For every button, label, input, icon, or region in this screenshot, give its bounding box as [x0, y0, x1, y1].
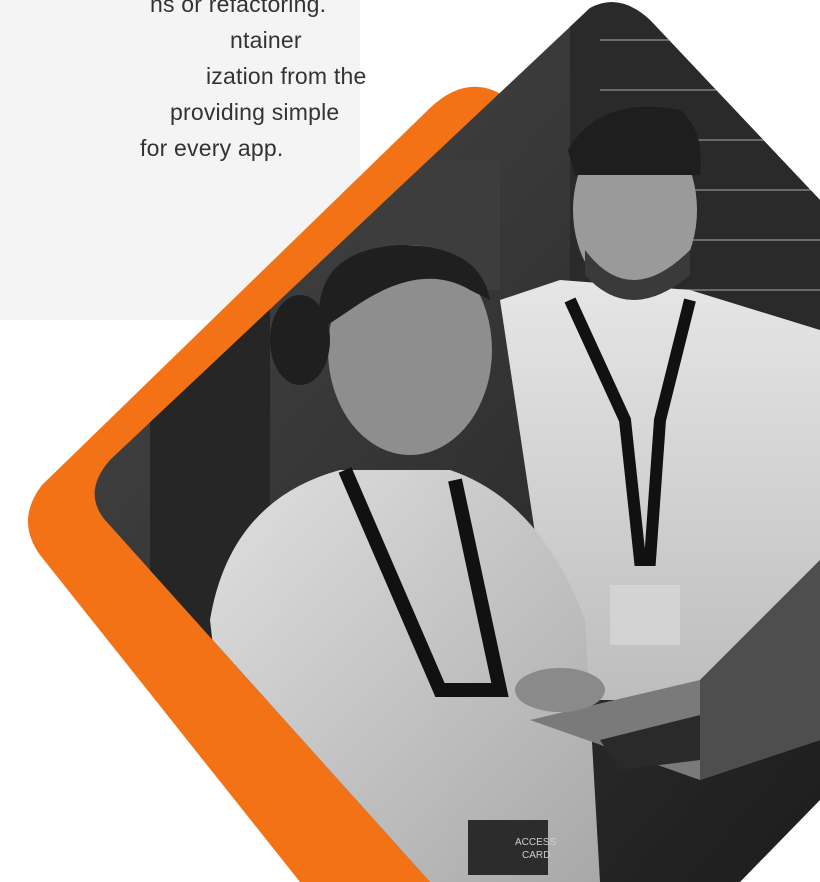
badge-text-line-2: CARD [522, 850, 550, 861]
badge-text-line-1: ACCESS [515, 837, 556, 848]
hero-illustration: ACCESS CARD [27, 2, 820, 882]
